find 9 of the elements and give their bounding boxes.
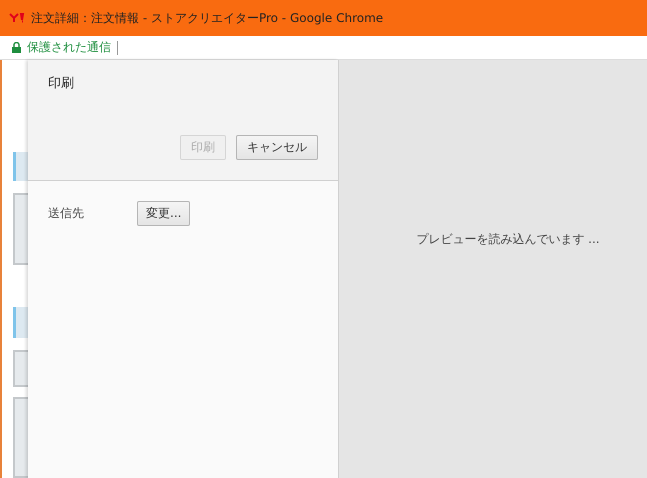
dialog-title: 印刷 [48, 75, 75, 92]
loading-message: プレビューを読み込んでいます ... [416, 230, 600, 248]
security-label[interactable]: 保護された通信 [27, 39, 111, 56]
change-button[interactable]: 変更... [137, 201, 190, 226]
destination-label: 送信先 [48, 205, 85, 222]
lock-icon [12, 42, 21, 53]
window-title: 注文詳細：注文情報 - ストアクリエイターPro - Google Chrome [31, 10, 384, 26]
dialog-button[interactable]: キャンセル [236, 135, 318, 160]
logo-icon [9, 13, 27, 23]
